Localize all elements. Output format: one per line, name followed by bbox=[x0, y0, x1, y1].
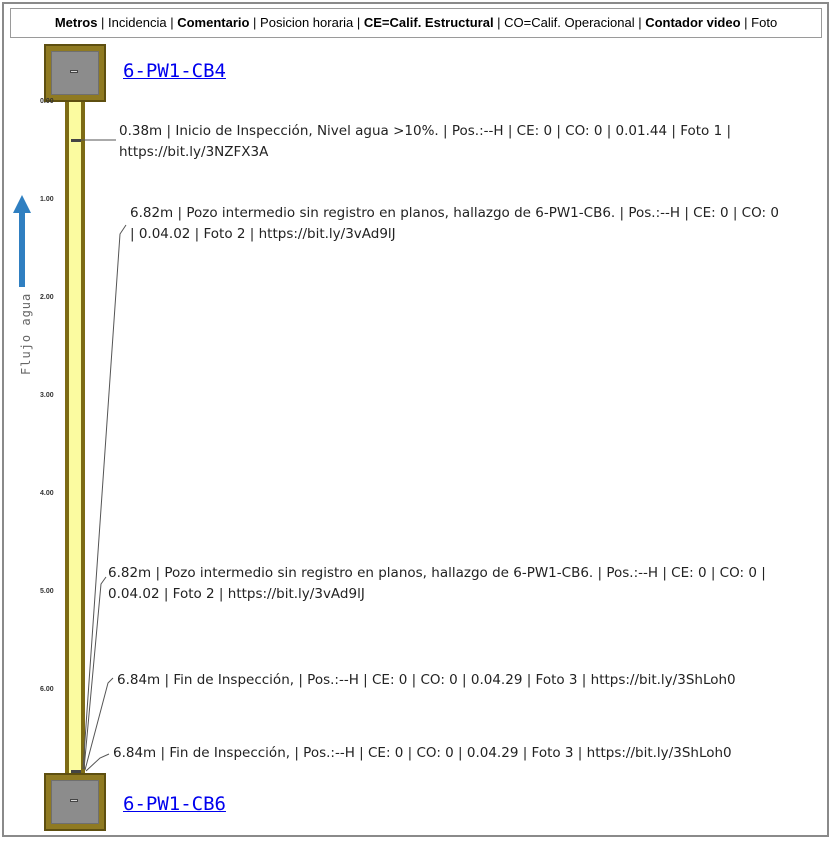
leader-line bbox=[83, 576, 107, 770]
observation-text: 0.38m | Inicio de Inspección, Nivel agua… bbox=[119, 123, 732, 139]
observation-text: 6.82m | Pozo intermedio sin registro en … bbox=[130, 205, 779, 221]
observation-entry: 6.82m | Pozo intermedio sin registro en … bbox=[108, 563, 766, 605]
observation-text: 6.84m | Fin de Inspección, | Pos.:--H | … bbox=[117, 672, 736, 688]
observation-link[interactable]: 0.04.02 | Foto 2 | https://bit.ly/3vAd9l… bbox=[108, 584, 766, 605]
observation-entry: 6.84m | Fin de Inspección, | Pos.:--H | … bbox=[117, 670, 736, 691]
leader-line bbox=[84, 677, 114, 771]
observation-entry: 6.82m | Pozo intermedio sin registro en … bbox=[130, 203, 779, 245]
observation-link[interactable]: | 0.04.02 | Foto 2 | https://bit.ly/3vAd… bbox=[130, 224, 779, 245]
inspection-diagram: Metros | Incidencia | Comentario | Posic… bbox=[0, 0, 833, 841]
observation-entry: 6.84m | Fin de Inspección, | Pos.:--H | … bbox=[113, 743, 732, 764]
observation-entry: 0.38m | Inicio de Inspección, Nivel agua… bbox=[119, 121, 731, 163]
leader-line bbox=[85, 753, 110, 772]
observation-text: 6.82m | Pozo intermedio sin registro en … bbox=[108, 565, 766, 581]
observation-link[interactable]: https://bit.ly/3NZFX3A bbox=[119, 142, 731, 163]
observation-text: 6.84m | Fin de Inspección, | Pos.:--H | … bbox=[113, 745, 732, 761]
